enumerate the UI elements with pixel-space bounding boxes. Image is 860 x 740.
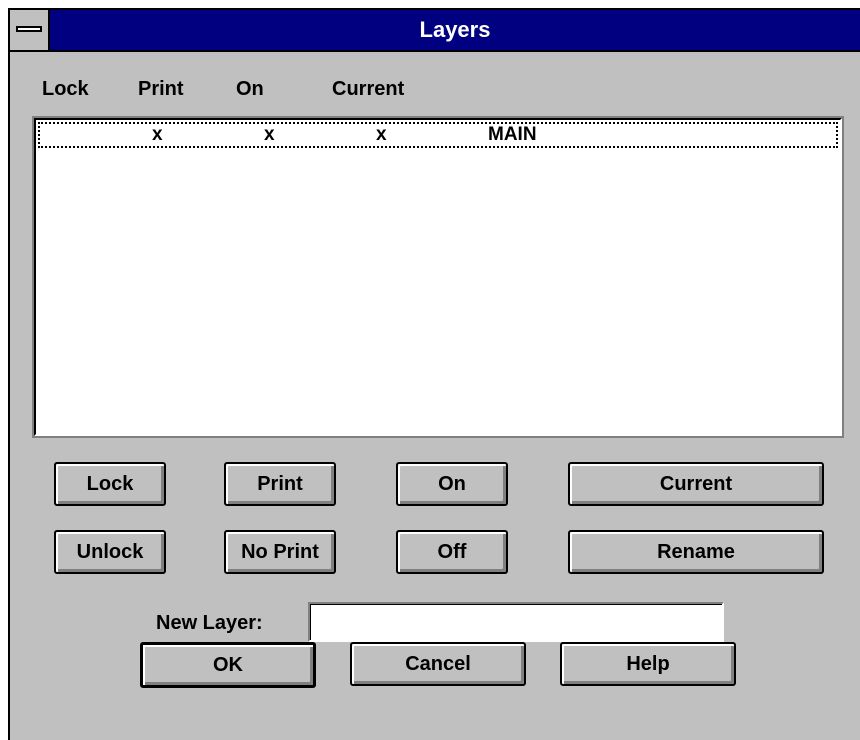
column-header-print: Print (138, 78, 184, 100)
current-button[interactable]: Current (568, 462, 824, 506)
new-layer-label: New Layer: (156, 612, 263, 634)
system-menu-button[interactable] (10, 10, 50, 50)
title-bar: Layers (10, 10, 860, 52)
layer-print-flag: x (152, 124, 163, 145)
rename-button[interactable]: Rename (568, 530, 824, 574)
layer-on-flag: x (264, 124, 275, 145)
column-header-lock: Lock (42, 78, 89, 100)
no-print-button[interactable]: No Print (224, 530, 336, 574)
cancel-button[interactable]: Cancel (350, 642, 526, 686)
layers-list[interactable]: x x x MAIN (32, 116, 844, 438)
window-title: Layers (419, 17, 491, 42)
lock-button[interactable]: Lock (54, 462, 166, 506)
layer-current-flag: x (376, 124, 387, 145)
column-header-current: Current (332, 78, 405, 100)
off-button[interactable]: Off (396, 530, 508, 574)
ok-button[interactable]: OK (140, 642, 316, 688)
system-menu-icon (16, 26, 42, 32)
layer-row[interactable]: x x x MAIN (38, 122, 838, 148)
print-button[interactable]: Print (224, 462, 336, 506)
on-button[interactable]: On (396, 462, 508, 506)
help-button[interactable]: Help (560, 642, 736, 686)
new-layer-input[interactable] (308, 602, 724, 642)
layer-name: MAIN (488, 124, 537, 145)
column-header-on: On (236, 78, 264, 100)
unlock-button[interactable]: Unlock (54, 530, 166, 574)
layers-dialog: Layers Lock Print On Current x x x MAIN … (8, 8, 860, 740)
